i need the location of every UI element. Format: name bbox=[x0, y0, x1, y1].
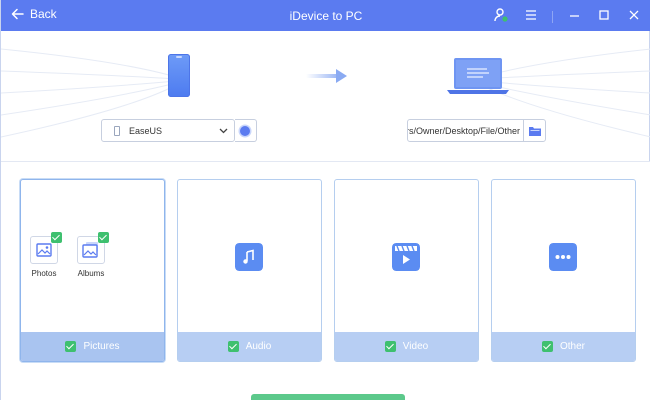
menu-icon[interactable] bbox=[522, 6, 540, 24]
status-dot-icon bbox=[240, 126, 250, 136]
subcategory-albums[interactable]: Albums bbox=[71, 232, 111, 278]
device-name: EaseUS bbox=[129, 125, 163, 136]
photos-label: Photos bbox=[31, 269, 57, 278]
category-card-audio[interactable]: Audio bbox=[177, 179, 322, 362]
music-icon bbox=[235, 243, 263, 271]
separator bbox=[552, 10, 553, 23]
category-label: Pictures bbox=[83, 341, 120, 352]
video-icon bbox=[392, 243, 420, 271]
category-card-video[interactable]: Video bbox=[334, 179, 479, 362]
device-info-button[interactable] bbox=[235, 119, 257, 142]
transfer-button[interactable] bbox=[251, 394, 405, 400]
category-label: Audio bbox=[245, 341, 272, 352]
phone-small-icon bbox=[114, 125, 120, 136]
title-bar: Back iDevice to PC bbox=[1, 0, 650, 31]
app-window: Back iDevice to PC EaseUS ers/Owner/Desk… bbox=[0, 0, 650, 400]
background-rays bbox=[1, 48, 650, 138]
subcategory-photos[interactable]: Photos bbox=[24, 232, 64, 278]
transfer-header: EaseUS ers/Owner/Desktop/File/Other bbox=[1, 31, 650, 162]
user-status-icon[interactable] bbox=[492, 6, 510, 24]
category-footer: Video bbox=[335, 332, 478, 361]
photos-checkbox[interactable] bbox=[51, 232, 62, 243]
chevron-down-icon bbox=[219, 128, 228, 133]
albums-label: Albums bbox=[77, 269, 105, 278]
albums-tile bbox=[77, 232, 109, 264]
category-card-other[interactable]: Other bbox=[491, 179, 636, 362]
laptop-icon bbox=[447, 58, 509, 94]
phone-icon bbox=[168, 54, 190, 97]
category-area: Photos Albums Pictures Audio Video Other bbox=[1, 162, 650, 400]
category-label: Other bbox=[559, 341, 585, 352]
pictures-checkbox[interactable] bbox=[65, 341, 77, 352]
category-card-pictures[interactable]: Photos Albums Pictures bbox=[20, 179, 165, 362]
category-footer: Pictures bbox=[21, 332, 164, 361]
category-footer: Other bbox=[492, 332, 635, 361]
other-checkbox[interactable] bbox=[541, 341, 553, 352]
browse-folder-button[interactable] bbox=[523, 119, 546, 142]
category-label: Video bbox=[402, 341, 429, 352]
category-footer: Audio bbox=[178, 332, 321, 361]
albums-checkbox[interactable] bbox=[98, 232, 109, 243]
audio-checkbox[interactable] bbox=[227, 341, 239, 352]
maximize-icon[interactable] bbox=[595, 6, 613, 24]
more-icon bbox=[549, 243, 577, 271]
destination-path-field[interactable]: ers/Owner/Desktop/File/Other bbox=[407, 119, 524, 142]
destination-path-text: ers/Owner/Desktop/File/Other bbox=[407, 126, 520, 136]
device-select[interactable]: EaseUS bbox=[101, 119, 235, 142]
minimize-icon[interactable] bbox=[565, 6, 583, 24]
close-icon[interactable] bbox=[625, 6, 643, 24]
video-checkbox[interactable] bbox=[384, 341, 396, 352]
photos-tile bbox=[30, 232, 62, 264]
transfer-arrow-icon bbox=[306, 69, 347, 83]
folder-icon bbox=[529, 127, 541, 136]
